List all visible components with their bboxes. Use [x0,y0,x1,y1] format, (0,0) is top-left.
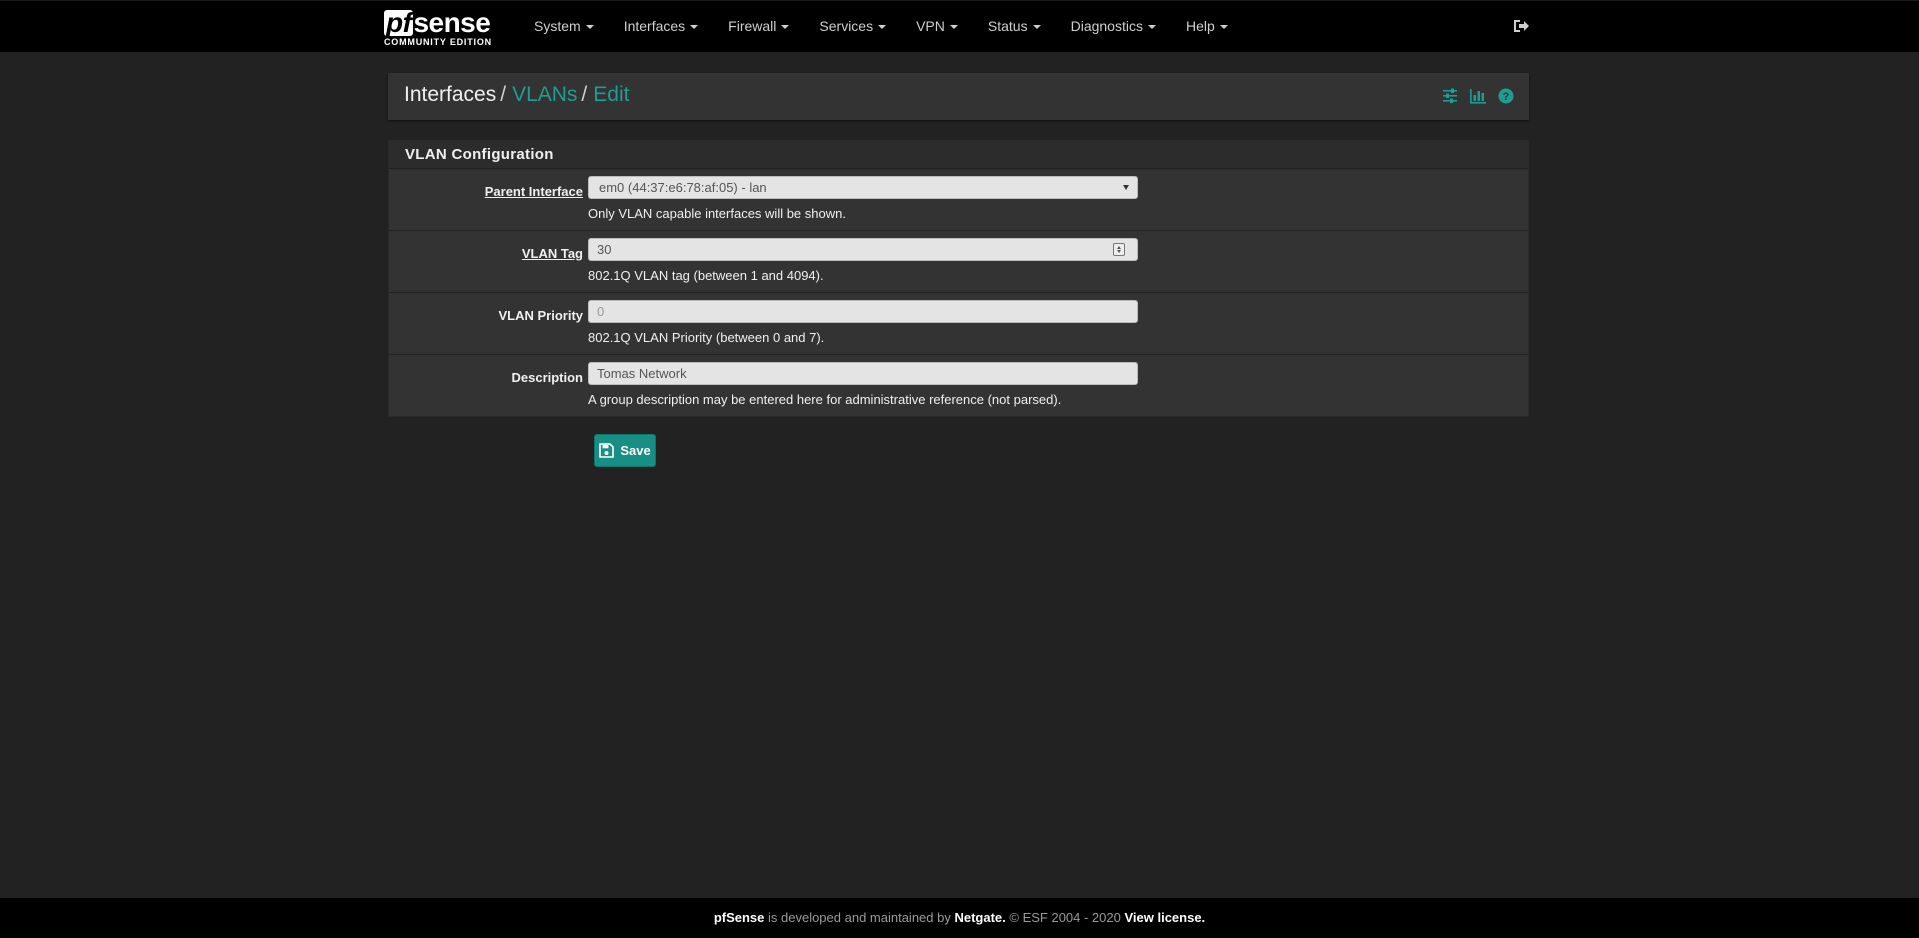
sign-out-icon[interactable] [1512,17,1530,35]
caret-down-icon [949,25,958,30]
menu-services[interactable]: Services [804,1,901,53]
vlan-tag-help: 802.1Q VLAN tag (between 1 and 4094). [588,268,824,283]
vlan-tag-value: 30 [597,242,612,257]
footer-netgate-link[interactable]: Netgate. [954,910,1005,925]
row-description: Description Tomas Network A group descri… [389,355,1528,416]
footer: pfSense is developed and maintained by N… [0,898,1919,938]
parent-interface-label: Parent Interface [484,184,583,199]
menu-status[interactable]: Status [973,1,1056,53]
menu-label: Firewall [728,18,777,34]
caret-down-icon [1219,25,1228,30]
row-parent-interface: Parent Interface em0 (44:37:e6:78:af:05)… [389,169,1528,231]
breadcrumb-separator: / [500,83,507,106]
description-value: Tomas Network [597,366,687,381]
logo-wordmark: pfsense [384,7,491,39]
menu-label: Services [819,18,874,34]
pfsense-logo[interactable]: pfsense COMMUNITY EDITION [384,7,492,49]
breadcrumb-edit: Edit [593,83,630,106]
logo-sense: sense [413,7,491,38]
main-menu: System Interfaces Firewall Services VPN … [519,1,1243,53]
caret-down-icon [781,25,790,30]
caret-down-icon [1147,25,1156,30]
menu-label: Help [1185,18,1215,34]
menu-label: Diagnostics [1070,18,1143,34]
breadcrumb-tools: ? [1441,87,1515,105]
caret-down-icon [878,25,887,30]
vlan-priority-help: 802.1Q VLAN Priority (between 0 and 7). [588,330,825,345]
logo-subtitle: COMMUNITY EDITION [384,37,492,47]
row-vlan-tag: VLAN Tag 30 802.1Q VLAN tag (between 1 a… [389,231,1528,293]
top-navbar: pfsense COMMUNITY EDITION System Interfa… [0,0,1919,52]
description-input[interactable]: Tomas Network [588,362,1138,385]
vlan-tag-input[interactable]: 30 [588,238,1138,261]
menu-label: Status [987,18,1028,34]
vlan-priority-input[interactable] [588,300,1138,323]
navbar-inner: pfsense COMMUNITY EDITION System Interfa… [384,1,1530,53]
vlan-priority-label: VLAN Priority [498,308,583,323]
sliders-icon[interactable] [1441,87,1459,105]
parent-interface-value: em0 (44:37:e6:78:af:05) - lan [599,180,767,195]
description-help: A group description may be entered here … [588,392,1062,407]
save-label: Save [620,443,651,458]
footer-text: is developed and maintained by [764,910,955,925]
panel-title: VLAN Configuration [389,141,1528,169]
spinner-icon[interactable] [1113,243,1125,256]
caret-down-icon [690,25,699,30]
save-button[interactable]: Save [594,434,656,467]
parent-interface-help: Only VLAN capable interfaces will be sho… [588,206,846,221]
breadcrumb-vlans-link[interactable]: VLANs [512,83,577,106]
breadcrumb-bar: Interfaces / VLANs / Edit ? [388,73,1529,120]
description-label: Description [511,370,583,385]
parent-interface-select[interactable]: em0 (44:37:e6:78:af:05) - lan [588,176,1138,199]
menu-label: Interfaces [623,18,686,34]
breadcrumb: Interfaces / VLANs / Edit [404,83,629,107]
menu-diagnostics[interactable]: Diagnostics [1056,1,1171,53]
chevron-down-icon [1123,185,1129,190]
svg-text:?: ? [1503,91,1510,103]
menu-vpn[interactable]: VPN [901,1,973,53]
row-vlan-priority: VLAN Priority 802.1Q VLAN Priority (betw… [389,293,1528,355]
vlan-configuration-panel: VLAN Configuration Parent Interface em0 … [388,140,1529,417]
footer-copyright: © ESF 2004 - 2020 [1005,910,1125,925]
caret-down-icon [1032,25,1041,30]
breadcrumb-interfaces: Interfaces [404,83,497,106]
breadcrumb-separator: / [581,83,588,106]
menu-firewall[interactable]: Firewall [713,1,804,53]
menu-system[interactable]: System [519,1,609,53]
footer-license-link[interactable]: View license. [1124,910,1205,925]
save-icon [599,443,615,458]
menu-interfaces[interactable]: Interfaces [609,1,713,53]
logo-pf: pf [384,7,414,38]
question-circle-icon[interactable]: ? [1497,87,1515,105]
menu-label: System [534,18,581,34]
caret-down-icon [585,25,594,30]
bar-chart-icon[interactable] [1469,87,1487,105]
vlan-tag-label: VLAN Tag [521,246,583,261]
menu-help[interactable]: Help [1171,1,1243,53]
menu-label: VPN [916,18,945,34]
footer-brand: pfSense [713,910,765,925]
